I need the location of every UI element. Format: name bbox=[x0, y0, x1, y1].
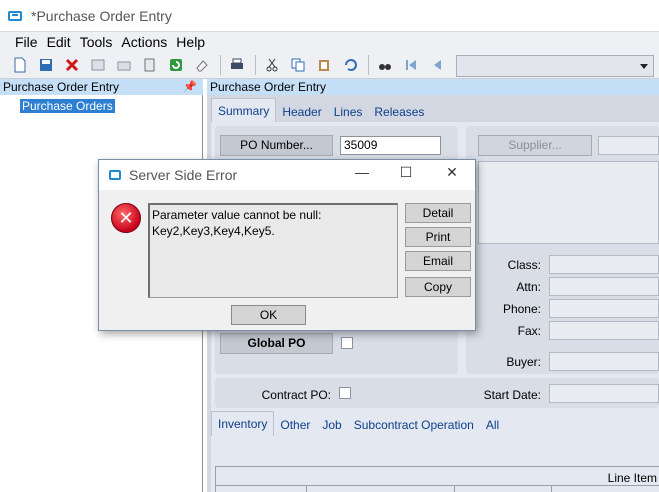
window-title: *Purchase Order Entry bbox=[31, 7, 172, 24]
grid-column-row bbox=[216, 485, 659, 492]
supplier-address-box bbox=[478, 161, 659, 244]
tab-summary[interactable]: Summary bbox=[211, 98, 277, 123]
toolbar-separator bbox=[255, 55, 256, 75]
delete-icon[interactable] bbox=[62, 55, 82, 75]
previous-record-icon[interactable] bbox=[427, 55, 447, 75]
book-icon[interactable] bbox=[88, 55, 108, 75]
menu-help[interactable]: Help bbox=[176, 34, 205, 50]
undo-icon[interactable] bbox=[340, 55, 360, 75]
print-button[interactable]: Print bbox=[405, 227, 471, 247]
menu-file[interactable]: File bbox=[15, 34, 38, 50]
dialog-title: Server Side Error bbox=[129, 167, 238, 183]
server-side-error-dialog: Server Side Error — ☐ ✕ ✕ Parameter valu… bbox=[98, 159, 476, 331]
first-record-icon[interactable] bbox=[401, 55, 421, 75]
paste-icon[interactable] bbox=[314, 55, 334, 75]
phone-label: Phone: bbox=[502, 302, 541, 316]
print-icon[interactable] bbox=[227, 55, 247, 75]
fax-label: Fax: bbox=[517, 324, 541, 338]
buyer-field[interactable] bbox=[549, 352, 659, 371]
buyer-label: Buyer: bbox=[506, 355, 541, 369]
binoculars-icon[interactable] bbox=[375, 55, 395, 75]
refresh-icon[interactable] bbox=[166, 55, 186, 75]
pin-icon[interactable]: 📌 bbox=[183, 79, 197, 95]
left-panel-title: Purchase Order Entry bbox=[3, 80, 120, 94]
error-message: Parameter value cannot be null: Key2,Key… bbox=[148, 203, 398, 298]
menu-bar: File Edit Tools Actions Help bbox=[0, 31, 659, 52]
subtab-other[interactable]: Other bbox=[274, 418, 316, 436]
global-po-button[interactable]: Global PO bbox=[220, 333, 333, 354]
attn-label: Attn: bbox=[516, 280, 541, 294]
right-panel-header: Purchase Order Entry bbox=[207, 79, 659, 95]
tab-header[interactable]: Header bbox=[276, 105, 327, 123]
detail-button[interactable]: Detail bbox=[405, 203, 471, 223]
left-panel-header: Purchase Order Entry 📌 bbox=[0, 79, 203, 95]
eraser-icon[interactable] bbox=[192, 55, 212, 75]
close-icon[interactable]: ✕ bbox=[442, 164, 462, 181]
ok-button[interactable]: OK bbox=[231, 305, 306, 325]
email-button[interactable]: Email bbox=[405, 251, 471, 271]
menu-tools[interactable]: Tools bbox=[80, 34, 113, 50]
tree-item-purchase-orders[interactable]: Purchase Orders bbox=[20, 99, 115, 113]
line-items-grid-header: Line Item bbox=[215, 466, 659, 492]
tab-releases[interactable]: Releases bbox=[368, 105, 430, 123]
save-icon[interactable] bbox=[36, 55, 56, 75]
new-icon[interactable] bbox=[10, 55, 30, 75]
po-number-field[interactable]: 35009 bbox=[340, 136, 441, 155]
toolbar-separator bbox=[220, 55, 221, 75]
grid-column-divider[interactable] bbox=[454, 485, 455, 492]
record-navigator-combo[interactable] bbox=[456, 55, 654, 77]
start-date-label: Start Date: bbox=[483, 388, 541, 402]
tab-lines[interactable]: Lines bbox=[328, 105, 369, 123]
toolbar-separator bbox=[368, 55, 369, 75]
chevron-down-icon[interactable] bbox=[640, 64, 648, 69]
copy-icon[interactable] bbox=[288, 55, 308, 75]
fax-field[interactable] bbox=[549, 321, 659, 340]
class-field[interactable] bbox=[549, 255, 659, 274]
start-date-field[interactable] bbox=[549, 384, 659, 403]
line-subtabs: Inventory Other Job Subcontract Operatio… bbox=[211, 410, 505, 436]
app-window-icon bbox=[8, 10, 22, 21]
cut-icon[interactable] bbox=[262, 55, 282, 75]
copy-button[interactable]: Copy bbox=[405, 277, 471, 297]
contract-po-label: Contract PO: bbox=[261, 388, 331, 402]
dialog-titlebar: Server Side Error — ☐ ✕ bbox=[99, 160, 475, 190]
attach-icon[interactable] bbox=[140, 55, 160, 75]
supplier-field[interactable] bbox=[598, 136, 659, 155]
phone-field[interactable] bbox=[549, 299, 659, 318]
maximize-icon[interactable]: ☐ bbox=[396, 164, 416, 181]
global-po-checkbox[interactable] bbox=[341, 337, 353, 349]
window-titlebar: *Purchase Order Entry bbox=[0, 0, 659, 31]
subtab-inventory[interactable]: Inventory bbox=[211, 411, 275, 436]
subtab-subcontract-operation[interactable]: Subcontract Operation bbox=[348, 418, 480, 436]
class-label: Class: bbox=[507, 258, 541, 272]
subtab-all[interactable]: All bbox=[480, 418, 505, 436]
folder-icon[interactable] bbox=[114, 55, 134, 75]
menu-edit[interactable]: Edit bbox=[47, 34, 71, 50]
minimize-icon[interactable]: — bbox=[352, 164, 372, 180]
error-icon: ✕ bbox=[111, 203, 141, 233]
toolbar bbox=[0, 52, 659, 79]
main-tabs: Summary Header Lines Releases bbox=[211, 97, 430, 123]
subtab-job[interactable]: Job bbox=[316, 418, 347, 436]
menu-actions[interactable]: Actions bbox=[121, 34, 167, 50]
po-number-button[interactable]: PO Number... bbox=[220, 135, 333, 156]
grid-column-divider[interactable] bbox=[306, 485, 307, 492]
line-items-caption: Line Item bbox=[607, 471, 657, 485]
grid-column-divider[interactable] bbox=[551, 485, 552, 492]
supplier-button[interactable]: Supplier... bbox=[478, 135, 592, 156]
dialog-app-icon bbox=[109, 170, 121, 180]
contract-po-checkbox[interactable] bbox=[339, 387, 351, 399]
attn-field[interactable] bbox=[549, 277, 659, 296]
